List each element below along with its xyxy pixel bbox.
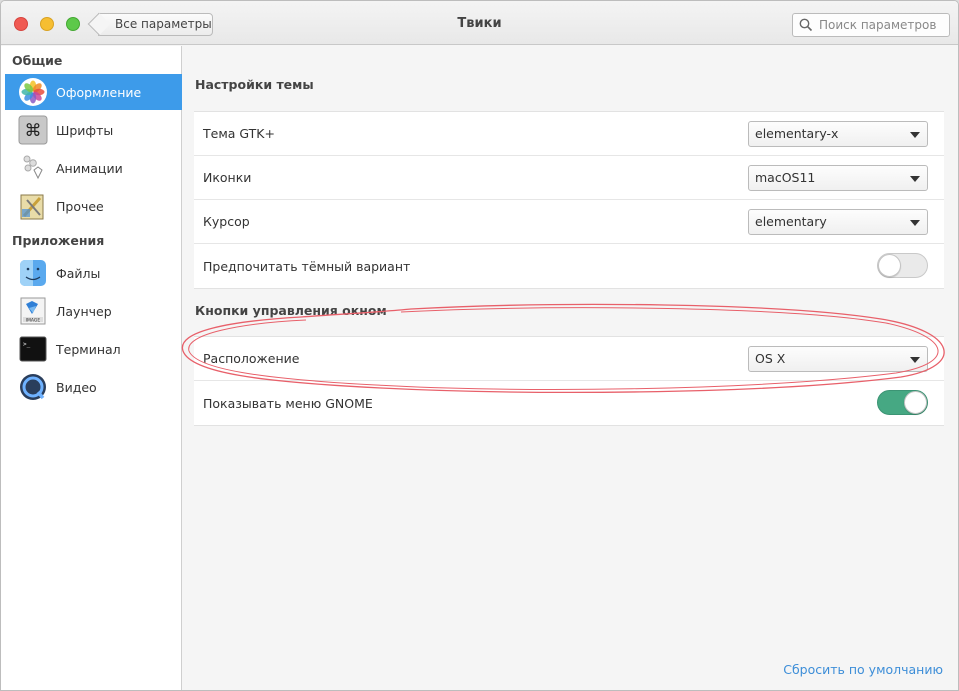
animation-bubbles-icon <box>18 153 48 183</box>
sidebar-item-launcher[interactable]: IMAGE Лаунчер <box>5 293 182 329</box>
window-controls-title: Кнопки управления окном <box>195 303 387 318</box>
placement-label: Расположение <box>203 351 300 366</box>
svg-text:>_: >_ <box>23 341 31 348</box>
reset-defaults-link[interactable]: Сбросить по умолчанию <box>783 662 943 677</box>
sidebar-item-terminal[interactable]: >_ Терминал <box>5 331 182 367</box>
icons-label: Иконки <box>203 170 252 185</box>
sidebar-item-animations[interactable]: Анимации <box>5 150 182 186</box>
icons-row: Иконки macOS11 <box>194 156 944 200</box>
cursor-dropdown[interactable]: elementary <box>748 209 928 235</box>
placement-row: Расположение OS X <box>194 337 944 381</box>
titlebar: Все параметры Твики Поиск параметров <box>1 1 958 45</box>
sidebar-item-label: Терминал <box>56 341 121 357</box>
svg-text:⌘: ⌘ <box>25 121 42 141</box>
chevron-down-icon <box>910 132 920 138</box>
chevron-down-icon <box>910 176 920 182</box>
sidebar-section-applications: Приложения <box>12 233 105 248</box>
sidebar-section-general: Общие <box>12 53 63 68</box>
cursor-row: Курсор elementary <box>194 200 944 244</box>
main-content: Настройки темы Тема GTK+ elementary-x Ик… <box>183 46 958 690</box>
sidebar-item-label: Прочее <box>56 198 104 214</box>
tweaks-window: Все параметры Твики Поиск параметров Общ… <box>0 0 959 691</box>
launcher-image-icon: IMAGE <box>18 296 48 326</box>
window-controls-card: Расположение OS X Показывать меню GNOME <box>194 336 944 426</box>
sidebar-item-label: Шрифты <box>56 122 114 138</box>
placement-dropdown[interactable]: OS X <box>748 346 928 372</box>
sidebar-item-fonts[interactable]: ⌘ Шрифты <box>5 112 182 148</box>
photos-flower-icon <box>18 77 48 107</box>
command-key-icon: ⌘ <box>18 115 48 145</box>
dark-variant-label: Предпочитать тёмный вариант <box>203 258 411 274</box>
sidebar-item-label: Лаунчер <box>56 303 112 319</box>
gtk-theme-row: Тема GTK+ elementary-x <box>194 112 944 156</box>
dark-variant-row: Предпочитать тёмный вариант <box>194 244 944 288</box>
sidebar-item-label: Видео <box>56 379 97 395</box>
misc-tools-icon <box>18 191 48 221</box>
theme-settings-card: Тема GTK+ elementary-x Иконки macOS11 Ку… <box>194 111 944 289</box>
chevron-down-icon <box>910 357 920 363</box>
sidebar-item-label: Анимации <box>56 160 123 176</box>
placement-value: OS X <box>755 351 786 366</box>
search-input[interactable]: Поиск параметров <box>792 13 950 37</box>
sidebar-item-files[interactable]: Файлы <box>5 255 182 291</box>
cursor-label: Курсор <box>203 214 250 229</box>
finder-icon <box>18 258 48 288</box>
sidebar-item-misc[interactable]: Прочее <box>5 188 182 224</box>
gtk-theme-value: elementary-x <box>755 126 839 141</box>
toggle-knob <box>904 391 927 414</box>
theme-settings-title: Настройки темы <box>195 77 314 92</box>
svg-text:IMAGE: IMAGE <box>26 318 41 324</box>
gtk-theme-label: Тема GTK+ <box>203 126 275 141</box>
cursor-value: elementary <box>755 214 827 229</box>
sidebar: Общие Оформление ⌘ Шрифты Анимации Проче… <box>1 46 182 690</box>
sidebar-item-label: Файлы <box>56 265 101 281</box>
sidebar-item-appearance[interactable]: Оформление <box>5 74 182 110</box>
gnome-menu-toggle[interactable] <box>877 390 928 415</box>
search-icon <box>799 18 813 32</box>
icons-dropdown[interactable]: macOS11 <box>748 165 928 191</box>
icons-value: macOS11 <box>755 170 816 185</box>
dark-variant-toggle[interactable] <box>877 253 928 278</box>
chevron-down-icon <box>910 220 920 226</box>
terminal-icon: >_ <box>18 334 48 364</box>
toggle-knob <box>878 254 901 277</box>
gnome-menu-row: Показывать меню GNOME <box>194 381 944 425</box>
sidebar-item-video[interactable]: Видео <box>5 369 182 405</box>
gnome-menu-label: Показывать меню GNOME <box>203 395 373 411</box>
search-placeholder: Поиск параметров <box>819 18 937 32</box>
quicktime-icon <box>18 372 48 402</box>
sidebar-item-label: Оформление <box>56 84 142 100</box>
gtk-theme-dropdown[interactable]: elementary-x <box>748 121 928 147</box>
